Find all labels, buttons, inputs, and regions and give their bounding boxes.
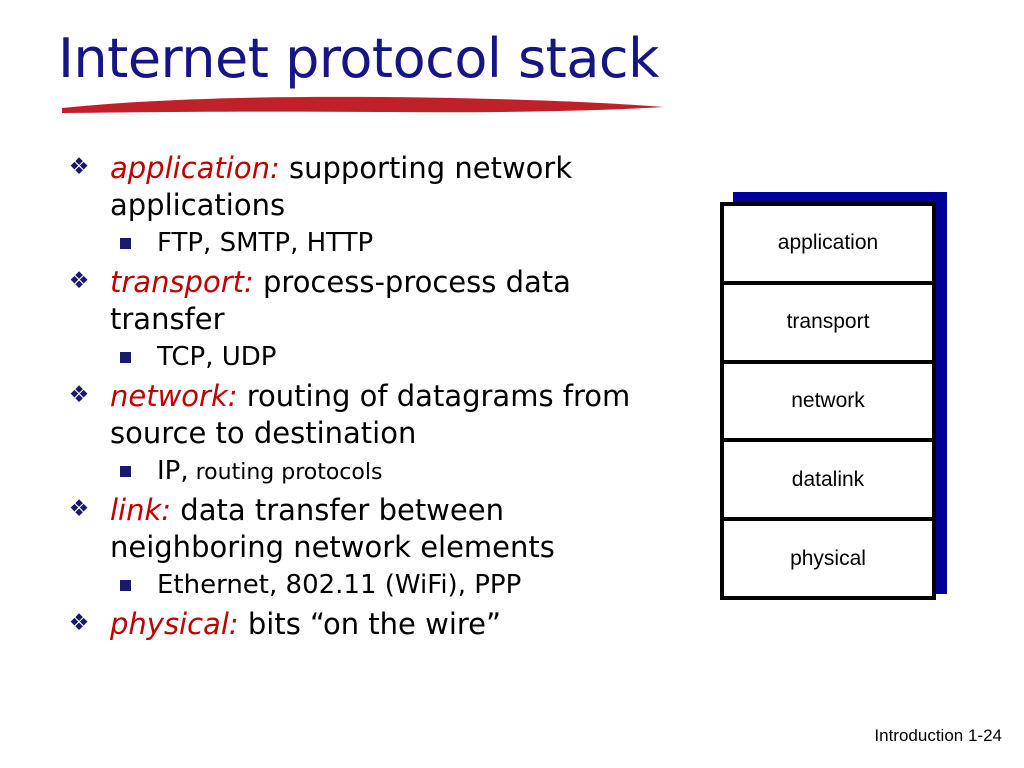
page-title: Internet protocol stack xyxy=(58,27,659,90)
diamond-bullet-icon: ❖ xyxy=(68,610,90,636)
stack-layer-boxes: application transport network datalink p… xyxy=(720,202,936,600)
diamond-bullet-icon: ❖ xyxy=(68,496,90,522)
bullet-item-network: ❖ network: routing of datagrams from sour… xyxy=(62,378,682,452)
sub-bullet-application-protocols: FTP, SMTP, HTTP xyxy=(62,226,682,262)
diamond-bullet-icon: ❖ xyxy=(68,382,90,408)
stack-layer-application: application xyxy=(724,206,932,285)
bullet-text-link: data transfer between neighboring networ… xyxy=(110,493,555,564)
square-bullet-icon xyxy=(120,580,131,591)
sub-bullet-text: TCP, UDP xyxy=(157,342,277,372)
sub-bullet-link-protocols: Ethernet, 802.11 (WiFi), PPP xyxy=(62,568,682,604)
stack-layer-label: physical xyxy=(790,546,866,570)
bullet-list: ❖ application: supporting network applica… xyxy=(62,150,682,644)
stack-layer-label: network xyxy=(791,388,865,412)
bullet-term-transport: transport: xyxy=(110,265,254,299)
sub-bullet-text-small: routing protocols xyxy=(188,460,383,485)
bullet-item-application: ❖ application: supporting network applica… xyxy=(62,150,682,224)
square-bullet-icon xyxy=(120,238,131,249)
bullet-term-application: application: xyxy=(110,151,280,185)
title-underline-stroke xyxy=(62,96,664,113)
sub-bullet-text: Ethernet, 802.11 (WiFi), PPP xyxy=(157,570,522,600)
stack-layer-transport: transport xyxy=(724,284,932,364)
stack-layer-network: network xyxy=(724,363,932,443)
sub-bullet-text: IP, xyxy=(157,456,189,486)
diamond-bullet-icon: ❖ xyxy=(68,268,90,294)
sub-bullet-text: FTP, SMTP, HTTP xyxy=(157,228,374,258)
sub-bullet-network-protocols: IP, routing protocols xyxy=(62,454,682,490)
bullet-term-network: network: xyxy=(110,379,238,413)
protocol-stack-diagram: application transport network datalink p… xyxy=(718,190,950,602)
bullet-term-physical: physical: xyxy=(110,607,239,641)
stack-layer-label: transport xyxy=(786,310,870,334)
stack-layer-datalink: datalink xyxy=(724,442,932,522)
bullet-text-physical: bits “on the wire” xyxy=(238,607,502,641)
bullet-item-transport: ❖ transport: process-process data transfe… xyxy=(62,264,682,338)
title-block: Internet protocol stack xyxy=(58,28,708,118)
stack-layer-physical: physical xyxy=(724,521,932,596)
bullet-item-physical: ❖ physical: bits “on the wire” xyxy=(62,606,682,643)
sub-bullet-transport-protocols: TCP, UDP xyxy=(62,340,682,376)
stack-layer-label: datalink xyxy=(791,467,865,491)
stack-layer-label: application xyxy=(777,231,879,255)
square-bullet-icon xyxy=(120,352,131,363)
bullet-item-link: ❖ link: data transfer between neighboring… xyxy=(62,492,682,566)
slide-canvas: Internet protocol stack ❖ application: su… xyxy=(0,0,1024,768)
slide-footer: Introduction 1-24 xyxy=(874,726,1002,745)
bullet-term-link: link: xyxy=(110,493,172,527)
square-bullet-icon xyxy=(120,466,131,477)
diamond-bullet-icon: ❖ xyxy=(68,154,90,180)
